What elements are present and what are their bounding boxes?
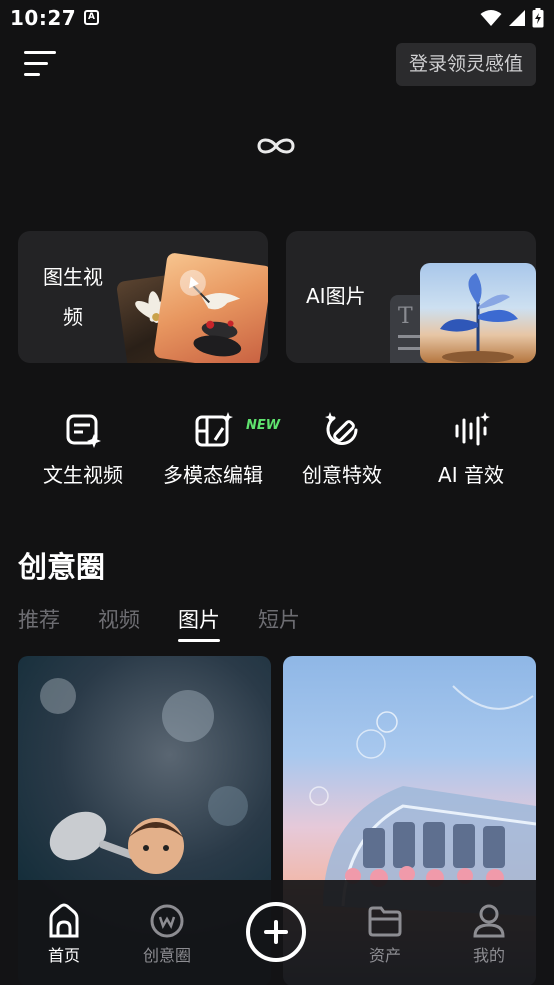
card-label: 图生视频: [43, 265, 103, 329]
home-icon: [49, 903, 79, 938]
card-label: AI图片: [306, 284, 366, 308]
profile-icon: [473, 904, 505, 938]
nav-creative-circle[interactable]: 创意圈: [127, 902, 207, 966]
creative-circle-icon: [150, 904, 184, 938]
infinity-logo-icon: [257, 138, 295, 154]
tab-images[interactable]: 图片: [178, 604, 220, 642]
a-badge-icon: A: [84, 10, 99, 25]
nav-label: 首页: [47, 946, 80, 965]
nav-label: 资产: [368, 946, 401, 965]
creative-effects-icon: [325, 412, 358, 445]
tab-video[interactable]: 视频: [98, 604, 140, 642]
audio-wave-icon: [455, 412, 490, 446]
wifi-icon: [480, 10, 502, 26]
tool-label: AI 音效: [438, 463, 504, 487]
cellular-signal-icon: [509, 10, 525, 26]
status-icons: [480, 8, 544, 28]
menu-icon[interactable]: [24, 51, 58, 79]
folder-icon: [368, 906, 402, 937]
battery-charging-icon: [532, 8, 544, 28]
new-badge: NEW: [246, 418, 281, 433]
login-button[interactable]: 登录领灵感值: [395, 43, 536, 86]
status-bar: 10:27 A: [0, 0, 554, 38]
image-to-video-card[interactable]: 图生视频: [18, 231, 268, 363]
nav-assets[interactable]: 资产: [345, 902, 425, 966]
tab-shorts[interactable]: 短片: [258, 604, 300, 642]
status-time: 10:27: [10, 6, 77, 30]
feed-tabs: 推荐 视频 图片 短片: [18, 604, 338, 642]
bird-artwork-thumbnail: [153, 252, 268, 363]
plus-circle-icon[interactable]: [246, 902, 306, 962]
tool-label: 文生视频: [43, 463, 123, 487]
ai-image-card[interactable]: AI图片 T: [286, 231, 536, 363]
tool-label: 多模态编辑: [163, 463, 263, 487]
tab-recommended[interactable]: 推荐: [18, 604, 60, 642]
nav-label: 创意圈: [142, 946, 191, 965]
multimodal-edit-icon: [195, 412, 233, 447]
bottom-navigation: 首页 创意圈 资产 我的: [0, 880, 554, 985]
text-to-video-button[interactable]: 文生视频: [18, 410, 148, 488]
nav-label: 我的: [472, 946, 505, 965]
creative-effects-button[interactable]: 创意特效: [277, 410, 407, 488]
plant-artwork-thumbnail: [420, 263, 536, 363]
svg-text:T: T: [398, 304, 413, 329]
section-title: 创意圈: [18, 550, 106, 584]
tool-label: 创意特效: [302, 463, 382, 487]
nav-profile[interactable]: 我的: [449, 902, 529, 966]
ai-sound-effects-button[interactable]: AI 音效: [406, 410, 536, 488]
nav-home[interactable]: 首页: [24, 902, 104, 966]
text-to-video-icon: [66, 414, 101, 448]
